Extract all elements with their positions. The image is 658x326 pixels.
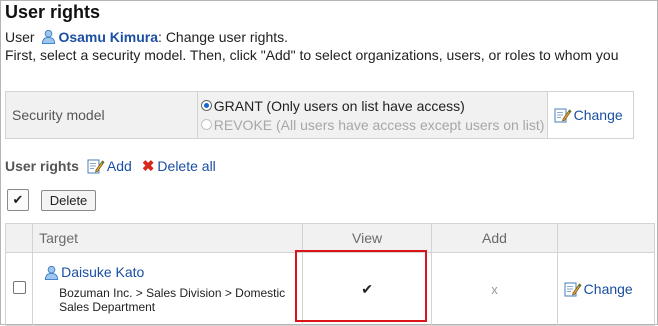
intro-suffix: : Change user rights. xyxy=(158,29,289,45)
user-icon xyxy=(44,265,59,280)
add-cell: x xyxy=(431,252,558,326)
revoke-option: REVOKE (All users have access except use… xyxy=(198,115,547,134)
edit-icon xyxy=(554,107,572,123)
checkbox-column-header xyxy=(4,223,34,253)
security-model-options: GRANT (Only users on list have access) R… xyxy=(196,91,548,139)
view-column-header: View xyxy=(301,223,433,253)
user-icon xyxy=(41,29,56,44)
add-cross-icon: x xyxy=(491,282,498,297)
row-change-link[interactable]: Change xyxy=(564,281,654,297)
row-action-cell: Change xyxy=(556,252,656,326)
row-change-label[interactable]: Change xyxy=(584,281,633,297)
table-header-row: Target View Add xyxy=(4,223,656,253)
security-model-action: Change xyxy=(546,91,635,139)
revoke-label: REVOKE (All users have access except use… xyxy=(213,116,545,133)
add-icon xyxy=(87,158,105,174)
select-all-button[interactable]: ✔ xyxy=(7,189,29,211)
target-column-header: Target xyxy=(32,223,303,253)
row-checkbox-cell xyxy=(4,252,34,326)
target-user-name[interactable]: Daisuke Kato xyxy=(61,264,144,280)
user-name-link[interactable]: Osamu Kimura xyxy=(58,29,158,45)
target-org-path: Bozuman Inc. > Sales Division > Domestic… xyxy=(59,286,286,314)
user-rights-header: User rights Add ✖ Delete all xyxy=(5,157,226,175)
security-model-label: Security model xyxy=(5,91,198,139)
grant-radio[interactable] xyxy=(200,100,212,111)
security-change-label[interactable]: Change xyxy=(574,107,623,123)
security-change-link[interactable]: Change xyxy=(554,107,633,123)
grant-option[interactable]: GRANT (Only users on list have access) xyxy=(198,96,547,115)
security-model-table: Security model GRANT (Only users on list… xyxy=(5,91,635,139)
grant-label: GRANT (Only users on list have access) xyxy=(213,97,465,114)
page-title: User rights xyxy=(5,2,101,22)
add-column-header: Add xyxy=(431,223,558,253)
add-link[interactable]: Add xyxy=(87,158,132,174)
intro-line: User Osamu Kimura: Change user rights. xyxy=(5,29,288,45)
delete-x-icon: ✖ xyxy=(141,158,155,175)
delete-all-label[interactable]: Delete all xyxy=(157,158,215,174)
view-cell-highlight xyxy=(295,250,427,322)
delete-button[interactable]: Delete xyxy=(41,190,96,211)
target-cell: Daisuke Kato Bozuman Inc. > Sales Divisi… xyxy=(32,252,303,326)
delete-all-link[interactable]: ✖ Delete all xyxy=(142,157,216,175)
intro-prefix: User xyxy=(5,29,35,45)
user-rights-title: User rights xyxy=(5,158,79,174)
edit-icon xyxy=(564,281,582,297)
action-column-header xyxy=(556,223,656,253)
row-checkbox[interactable] xyxy=(12,281,26,294)
revoke-radio xyxy=(200,119,212,130)
target-user-link[interactable]: Daisuke Kato xyxy=(41,264,302,280)
instruction-text: First, select a security model. Then, cl… xyxy=(5,47,619,63)
add-label[interactable]: Add xyxy=(107,158,132,174)
